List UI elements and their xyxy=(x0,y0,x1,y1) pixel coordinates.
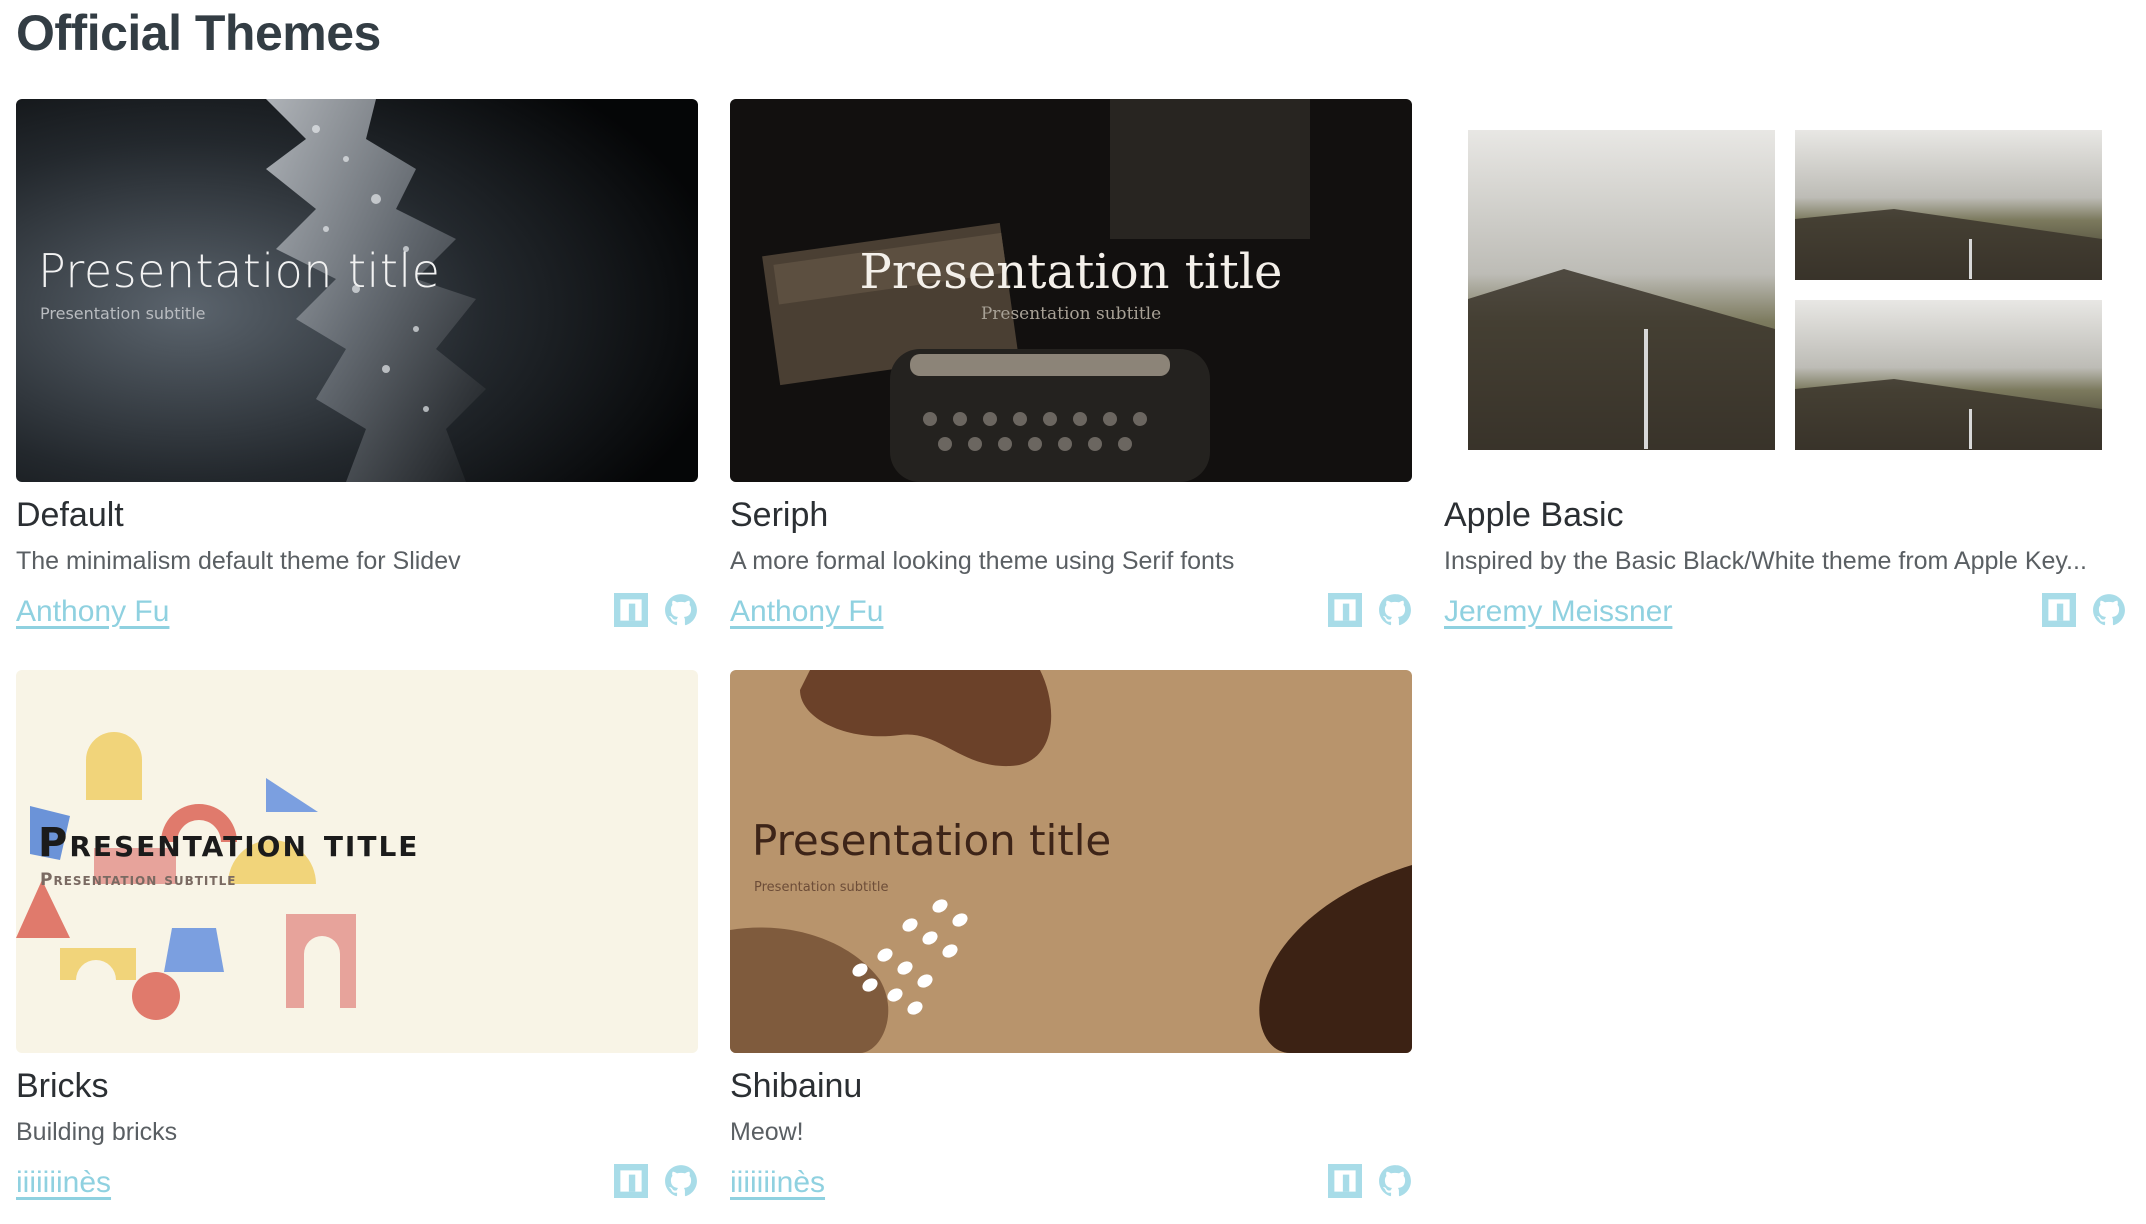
theme-description: A more formal looking theme using Serif … xyxy=(730,547,1235,575)
github-icon[interactable] xyxy=(1378,1164,1412,1198)
theme-author-link[interactable]: Anthony Fu xyxy=(730,595,883,629)
theme-description: The minimalism default theme for Slidev xyxy=(16,547,461,575)
seriph-preview-title: Presentation title xyxy=(859,244,1283,300)
npm-icon[interactable] xyxy=(614,1164,648,1198)
theme-preview-apple-basic[interactable] xyxy=(1444,99,2126,482)
github-icon[interactable] xyxy=(2092,593,2126,627)
theme-card-default[interactable]: Presentation title Presentation subtitle… xyxy=(16,99,698,628)
shibainu-preview-title: Presentation title xyxy=(752,816,1112,865)
theme-card-bricks[interactable]: Presentation title Presentation subtitle… xyxy=(16,670,698,1199)
theme-links xyxy=(2042,593,2126,627)
theme-preview-seriph[interactable]: Presentation title Presentation subtitle xyxy=(730,99,1412,482)
theme-author-link[interactable]: Anthony Fu xyxy=(16,595,169,629)
theme-description: Inspired by the Basic Black/White theme … xyxy=(1444,547,2087,575)
theme-links xyxy=(1328,1164,1412,1198)
seriph-preview-subtitle: Presentation subtitle xyxy=(980,304,1162,324)
theme-links xyxy=(1328,593,1412,627)
apple-basic-preview-image xyxy=(1444,99,2126,482)
theme-preview-shibainu[interactable]: Presentation title Presentation subtitle xyxy=(730,670,1412,1053)
npm-icon[interactable] xyxy=(614,593,648,627)
theme-preview-default[interactable]: Presentation title Presentation subtitle xyxy=(16,99,698,482)
theme-preview-bricks[interactable]: Presentation title Presentation subtitle xyxy=(16,670,698,1053)
shibainu-preview-subtitle: Presentation subtitle xyxy=(754,880,889,895)
theme-author-link[interactable]: iiiiiiinès xyxy=(16,1166,111,1200)
theme-description: Meow! xyxy=(730,1118,804,1146)
page-title: Official Themes xyxy=(16,5,381,61)
theme-name: Seriph xyxy=(730,496,829,534)
theme-name: Shibainu xyxy=(730,1067,863,1105)
theme-name: Default xyxy=(16,496,124,534)
theme-links xyxy=(614,1164,698,1198)
theme-card-shibainu[interactable]: Presentation title Presentation subtitle… xyxy=(730,670,1412,1199)
github-icon[interactable] xyxy=(1378,593,1412,627)
npm-icon[interactable] xyxy=(2042,593,2076,627)
theme-description: Building bricks xyxy=(16,1118,178,1146)
theme-links xyxy=(614,593,698,627)
theme-card-apple-basic[interactable]: Apple Basic Inspired by the Basic Black/… xyxy=(1444,99,2126,628)
bricks-preview-subtitle: Presentation subtitle xyxy=(40,870,237,890)
bricks-preview-title: Presentation title xyxy=(38,820,420,866)
theme-card-seriph[interactable]: Presentation title Presentation subtitle… xyxy=(730,99,1412,628)
github-icon[interactable] xyxy=(664,593,698,627)
default-preview-subtitle: Presentation subtitle xyxy=(40,304,206,323)
theme-author-link[interactable]: iiiiiiinès xyxy=(730,1166,825,1200)
default-preview-title: Presentation title xyxy=(38,244,441,298)
theme-name: Apple Basic xyxy=(1444,496,1624,534)
npm-icon[interactable] xyxy=(1328,593,1362,627)
npm-icon[interactable] xyxy=(1328,1164,1362,1198)
theme-author-link[interactable]: Jeremy Meissner xyxy=(1444,595,1672,629)
github-icon[interactable] xyxy=(664,1164,698,1198)
theme-name: Bricks xyxy=(16,1067,109,1105)
